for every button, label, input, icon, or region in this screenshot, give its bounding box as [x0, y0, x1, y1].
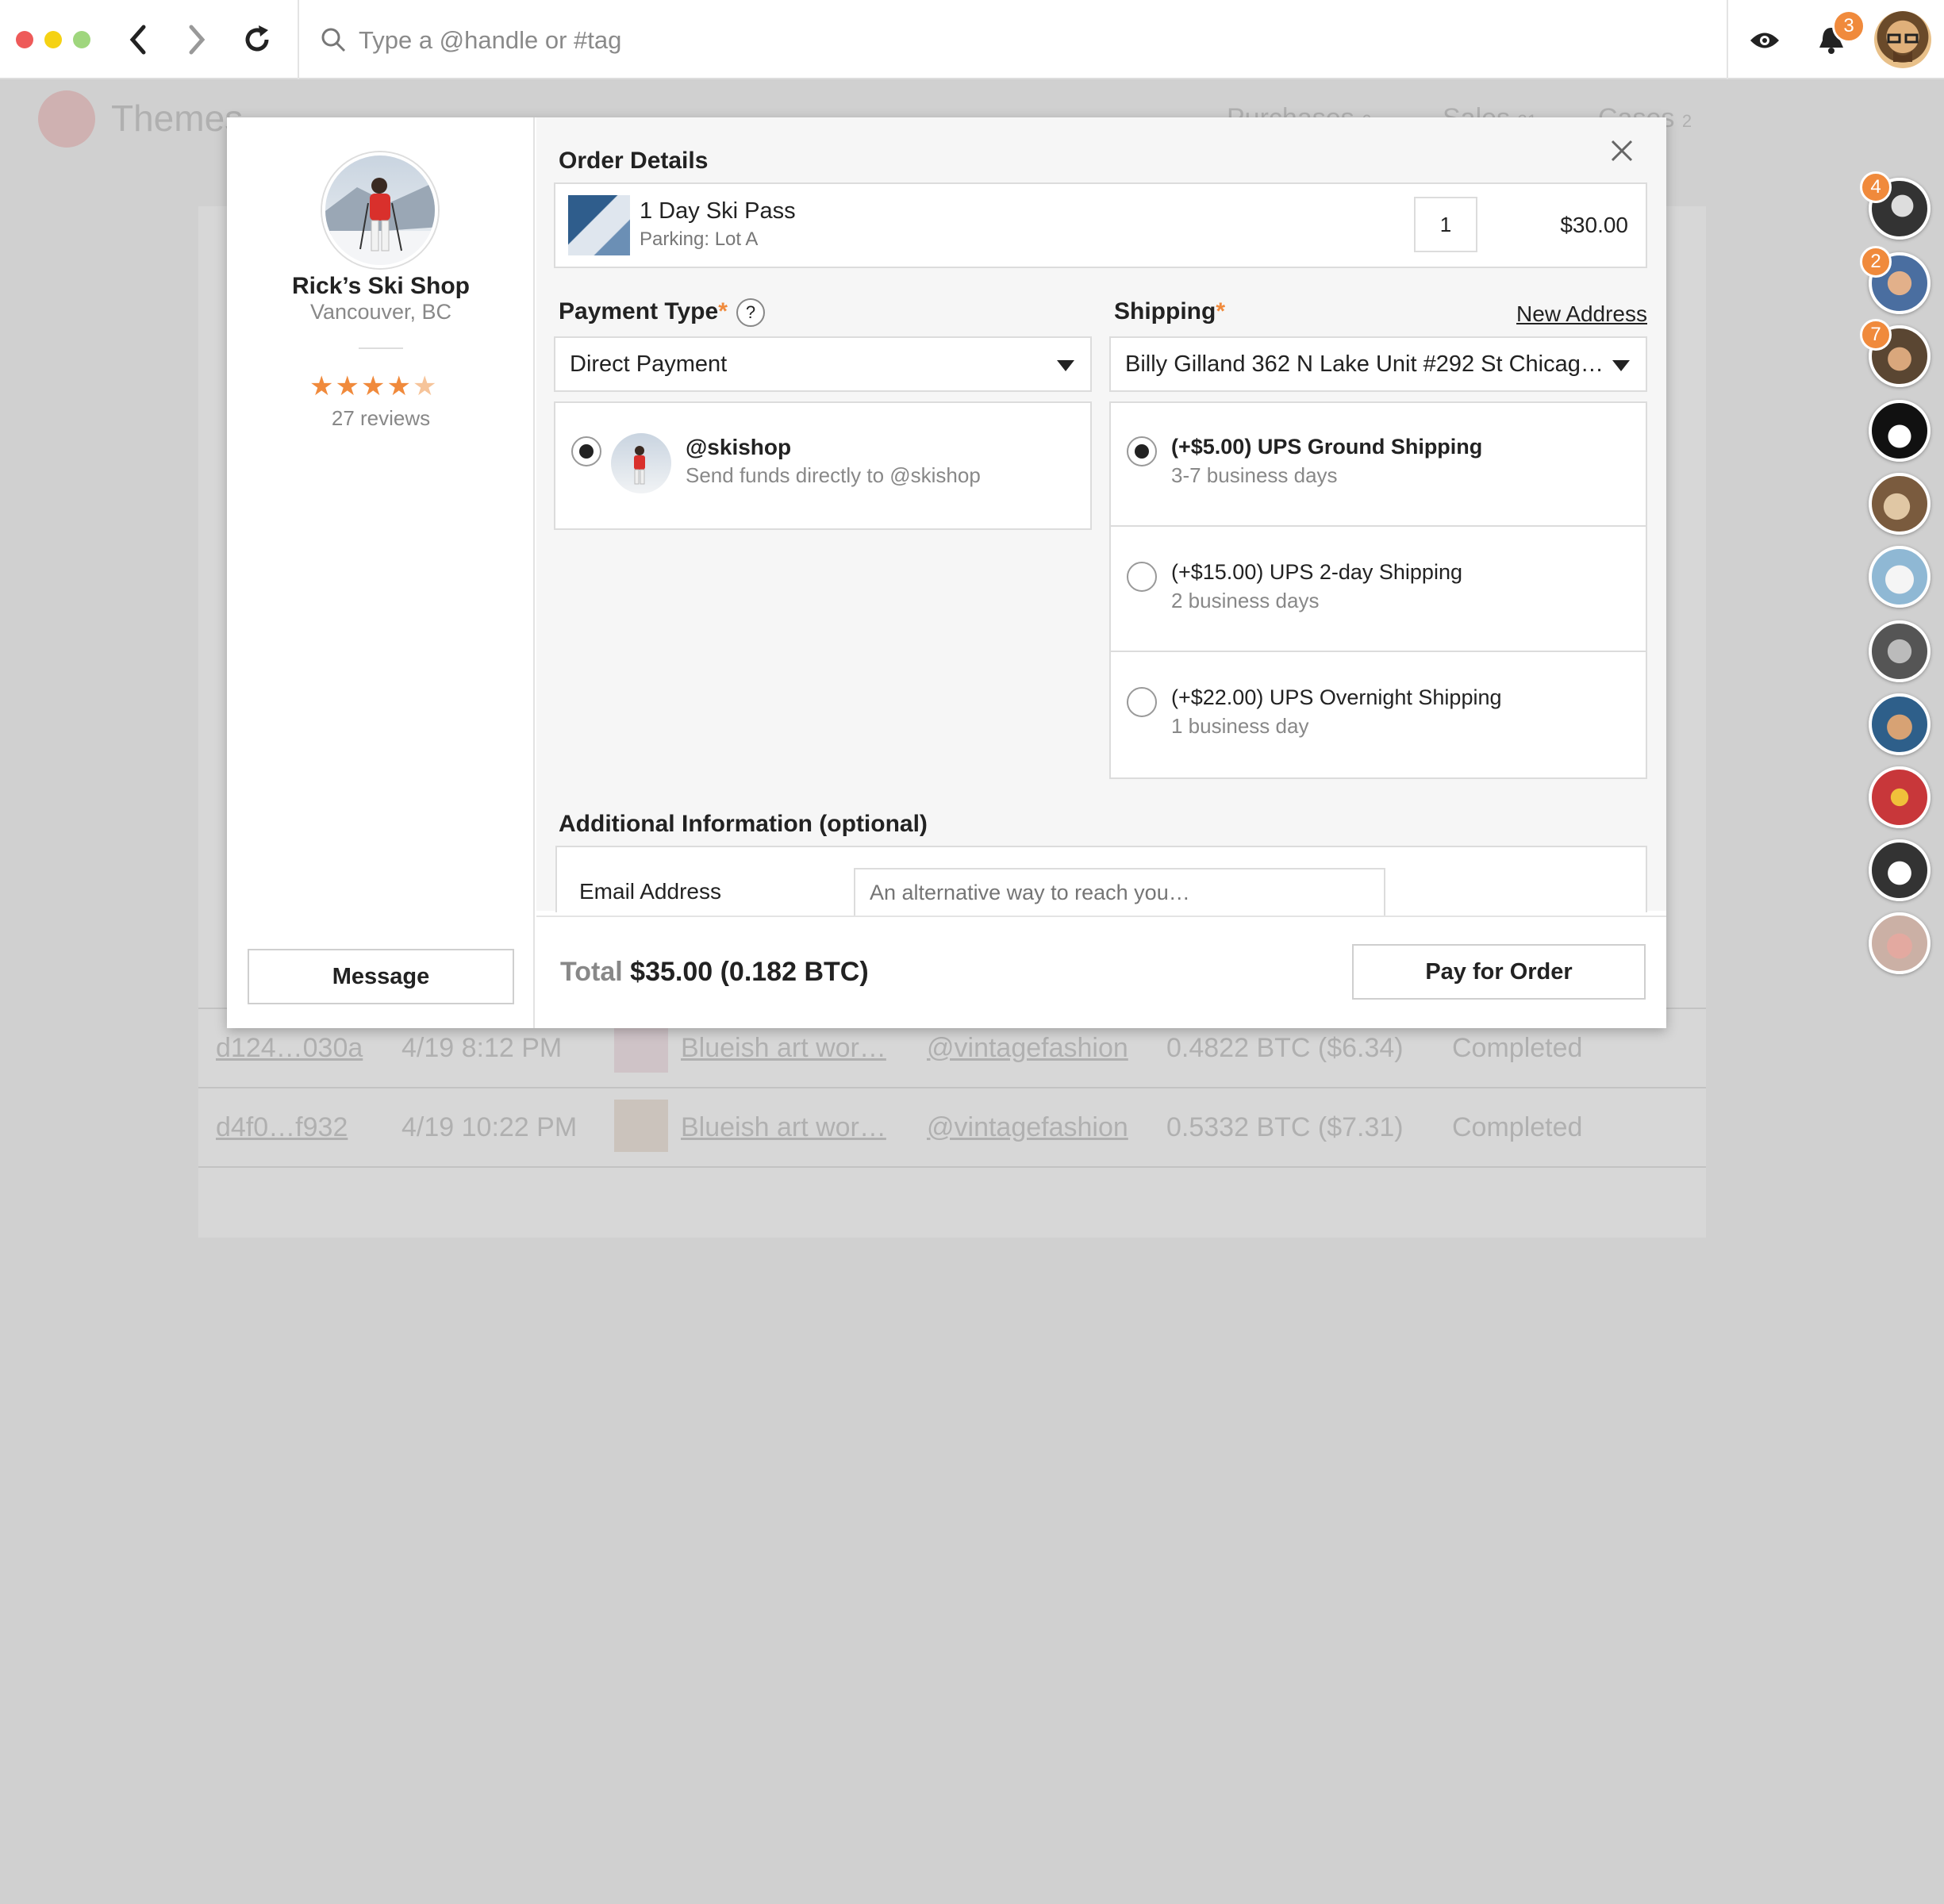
contact-badge: 2 — [1860, 246, 1892, 278]
order-details-title: Order Details — [559, 148, 709, 174]
payment-type-select[interactable]: Direct Payment — [554, 336, 1092, 392]
skier-icon — [634, 446, 645, 485]
user-avatar[interactable] — [1874, 11, 1931, 68]
row-divider — [198, 1087, 1706, 1088]
close-icon[interactable] — [1609, 138, 1635, 163]
shipping-option[interactable]: (+$5.00) UPS Ground Shipping 3-7 busines… — [1111, 403, 1646, 527]
star-icon: ★ — [335, 371, 361, 401]
shipping-option-title: (+$15.00) UPS 2-day Shipping — [1171, 560, 1462, 584]
window-close-button[interactable] — [16, 31, 33, 48]
dropdown-arrow-icon — [1612, 360, 1630, 371]
contact-avatar[interactable] — [1869, 473, 1931, 535]
star-rating: ★★★★★ — [309, 373, 452, 400]
contact-avatar[interactable] — [1869, 400, 1931, 462]
star-icon: ★ — [309, 371, 336, 401]
star-icon: ★ — [386, 371, 413, 401]
shipping-radio[interactable] — [1127, 562, 1157, 592]
browser-toolbar: 3 — [0, 0, 1944, 79]
window-minimize-button[interactable] — [44, 31, 62, 48]
avatar-glasses-icon — [1887, 33, 1919, 62]
store-info-pane: Rick’s Ski Shop Vancouver, BC ★★★★★ 27 r… — [227, 117, 535, 1028]
search-icon — [321, 28, 346, 52]
payment-type-value: Direct Payment — [570, 351, 728, 377]
eye-icon[interactable] — [1749, 30, 1781, 51]
shipping-address-select[interactable]: Billy Gilland 362 N Lake Unit #292 St Ch… — [1109, 336, 1647, 392]
shipping-option-title: (+$5.00) UPS Ground Shipping — [1171, 435, 1483, 459]
star-icon: ★ — [360, 371, 387, 401]
divider — [359, 347, 403, 349]
payment-handle: @skishop — [686, 435, 792, 459]
brand-title: Themes — [111, 98, 244, 139]
total-label: Total — [560, 957, 623, 987]
shipping-option-sub: 2 business days — [1171, 589, 1320, 612]
store-name: Rick’s Ski Shop — [292, 273, 470, 299]
back-button[interactable] — [117, 19, 159, 60]
order-item: 1 Day Ski Pass Parking: Lot A 1 $30.00 — [554, 182, 1647, 268]
shipping-radio[interactable] — [1127, 436, 1157, 466]
order-footer: Total $35.00 (0.182 BTC) Pay for Order — [536, 916, 1666, 1028]
contact-badge: 4 — [1860, 171, 1892, 203]
contact-avatar[interactable] — [1869, 546, 1931, 608]
store-avatar[interactable] — [322, 152, 438, 268]
pay-for-order-button[interactable]: Pay for Order — [1352, 944, 1646, 1000]
item-thumbnail — [568, 195, 630, 255]
window-maximize-button[interactable] — [73, 31, 90, 48]
shipping-options: (+$5.00) UPS Ground Shipping 3-7 busines… — [1109, 401, 1647, 779]
item-subtitle: Parking: Lot A — [640, 228, 759, 250]
skishop-avatar — [611, 433, 671, 493]
shipping-option[interactable]: (+$22.00) UPS Overnight Shipping 1 busin… — [1111, 652, 1646, 777]
order-modal: Rick’s Ski Shop Vancouver, BC ★★★★★ 27 r… — [227, 117, 1666, 1028]
store-location: Vancouver, BC — [309, 300, 452, 324]
email-label: Email Address — [579, 879, 721, 904]
email-field[interactable] — [854, 868, 1385, 916]
search-input[interactable] — [357, 22, 1706, 59]
item-thumbnail — [614, 1100, 668, 1152]
required-marker: * — [1216, 298, 1225, 324]
shipping-label: Shipping* — [1114, 298, 1225, 324]
shipping-option-title: (+$22.00) UPS Overnight Shipping — [1171, 685, 1502, 709]
additional-info-box: Email Address — [555, 846, 1647, 916]
contact-badge: 7 — [1860, 319, 1892, 351]
help-icon[interactable]: ? — [736, 298, 765, 327]
reload-button[interactable] — [236, 19, 278, 60]
contact-avatar[interactable] — [1869, 693, 1931, 755]
chevron-right-icon — [189, 25, 206, 55]
review-count: 27 reviews — [331, 406, 431, 430]
shipping-option-sub: 3-7 business days — [1171, 463, 1338, 487]
contact-avatar[interactable] — [1869, 620, 1931, 682]
contact-avatar[interactable] — [1869, 839, 1931, 901]
reload-icon — [245, 25, 269, 52]
payment-radio[interactable] — [571, 436, 601, 466]
additional-info-title: Additional Information (optional) — [559, 811, 928, 837]
skier-icon — [325, 178, 435, 265]
item-price: $30.00 — [1560, 213, 1628, 237]
toolbar-divider — [1727, 0, 1728, 79]
contact-avatar[interactable] — [1869, 766, 1931, 828]
quantity-input[interactable]: 1 — [1414, 197, 1477, 252]
shipping-address-value: Billy Gilland 362 N Lake Unit #292 St Ch… — [1125, 351, 1604, 377]
toolbar-divider — [298, 0, 299, 79]
payment-option[interactable]: @skishop Send funds directly to @skishop — [554, 401, 1092, 530]
payment-type-label: Payment Type* — [559, 298, 728, 324]
contact-avatar[interactable] — [1869, 912, 1931, 974]
required-marker: * — [718, 298, 728, 324]
star-half-icon: ★ — [412, 371, 439, 401]
message-button[interactable]: Message — [248, 949, 514, 1004]
notifications-badge: 3 — [1832, 10, 1865, 43]
themes-logo-icon — [38, 90, 95, 148]
item-name: 1 Day Ski Pass — [640, 198, 796, 224]
chevron-left-icon — [129, 25, 146, 55]
order-total: Total $35.00 (0.182 BTC) — [560, 957, 869, 988]
payment-description: Send funds directly to @skishop — [686, 463, 981, 487]
forward-button[interactable] — [176, 19, 217, 60]
total-value: $35.00 (0.182 BTC) — [630, 957, 869, 987]
shipping-option[interactable]: (+$15.00) UPS 2-day Shipping 2 business … — [1111, 527, 1646, 652]
shipping-option-sub: 1 business day — [1171, 714, 1309, 738]
shipping-radio[interactable] — [1127, 687, 1157, 717]
table-row: d4f0…f932 4/19 10:22 PM Blueish art wor…… — [198, 1088, 1706, 1168]
new-address-link[interactable]: New Address — [1495, 301, 1647, 327]
dropdown-arrow-icon — [1057, 360, 1074, 371]
row-divider — [198, 1166, 1706, 1168]
order-form: Order Details 1 Day Ski Pass Parking: Lo… — [536, 117, 1666, 916]
